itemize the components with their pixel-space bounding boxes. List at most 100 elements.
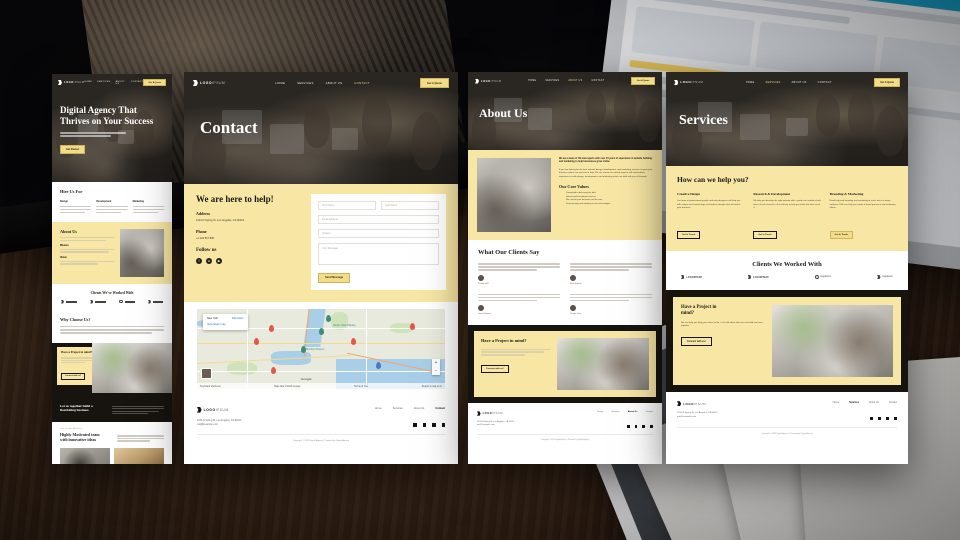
footer-links[interactable]: Home Services About Us Contact xyxy=(597,411,653,413)
nav-links[interactable]: HOME SERVICES ABOUT US CONTACT xyxy=(746,81,832,84)
nav-item-home[interactable]: HOME xyxy=(746,81,755,84)
contact-social-icons[interactable]: f w ▶ xyxy=(196,258,301,264)
mockup-panel-services[interactable]: LOGOIPSUM HOME SERVICES ABOUT US CONTACT… xyxy=(666,72,908,464)
youtube-icon[interactable]: ▶ xyxy=(216,258,222,264)
nav-item-contact[interactable]: CONTACT xyxy=(591,80,604,82)
get-quote-button[interactable]: Get A Quote xyxy=(143,79,166,86)
map-zoom-out-button[interactable]: − xyxy=(432,367,440,375)
mockup-panel-about[interactable]: LOGOIPSUM HOME SERVICES ABOUT US CONTACT… xyxy=(468,72,662,464)
footer-link-contact[interactable]: Contact xyxy=(645,411,653,413)
nav-item-services[interactable]: SERVICES xyxy=(297,81,314,85)
get-quote-button[interactable]: Get A Quote xyxy=(420,78,449,88)
service-card[interactable]: Research & Development We help you devel… xyxy=(753,192,821,240)
instagram-icon[interactable] xyxy=(650,424,653,428)
get-quote-button[interactable]: Get A Quote xyxy=(631,77,655,85)
instagram-icon[interactable] xyxy=(894,416,897,420)
first-name-input[interactable]: First Name xyxy=(318,201,377,210)
nav-item-about[interactable]: ABOUT US xyxy=(792,81,807,84)
twitter-icon[interactable] xyxy=(626,424,630,428)
nav-item-contact[interactable]: CONTACT xyxy=(131,81,144,85)
twitter-icon[interactable] xyxy=(413,423,417,427)
nav-item-services[interactable]: SERVICES xyxy=(766,81,781,84)
services-navbar[interactable]: LOGOIPSUM HOME SERVICES ABOUT US CONTACT… xyxy=(666,72,908,93)
footer-link-services[interactable]: Services xyxy=(393,407,403,410)
about-hero-title: About Us xyxy=(479,106,528,120)
services-project-cta[interactable]: Connect with us! xyxy=(681,337,712,347)
home-hero-cta[interactable]: Get Started xyxy=(60,144,85,154)
send-message-button[interactable]: Send Message xyxy=(318,272,351,283)
logo[interactable]: LOGOIPSUM xyxy=(674,79,703,86)
footer-link-contact[interactable]: Contact xyxy=(435,407,445,410)
contact-form[interactable]: First Name Last Name Email Address Subje… xyxy=(311,194,446,290)
footer-link-about[interactable]: About Us xyxy=(628,411,638,413)
nav-item-about[interactable]: ABOUT US xyxy=(326,81,343,85)
twitter-icon[interactable] xyxy=(870,416,873,420)
subject-input[interactable]: Subject xyxy=(318,229,439,238)
footer-link-about[interactable]: About Us xyxy=(869,401,879,404)
map-zoom-in-button[interactable]: + xyxy=(432,359,440,367)
nav-item-services[interactable]: SERVICES xyxy=(545,80,559,82)
nav-links[interactable]: HOME SERVICES ABOUT US CONTACT xyxy=(528,80,604,82)
footer-logo[interactable]: LOGOIPSUM xyxy=(197,407,229,413)
mockup-panel-home[interactable]: LOGOIPSUM HOME SERVICES ABOUT US CONTACT… xyxy=(52,74,172,464)
map-info-card[interactable]: New York Directions View larger map xyxy=(203,314,248,330)
home-hire-card[interactable]: Marketing xyxy=(132,200,164,213)
footer-link-home[interactable]: Home xyxy=(833,401,839,404)
map-zoom-control[interactable]: + − xyxy=(432,359,440,375)
facebook-icon[interactable] xyxy=(886,416,889,420)
last-name-input[interactable]: Last Name xyxy=(381,201,440,210)
mockup-panel-contact[interactable]: LOGOIPSUM HOME SERVICES ABOUT US CONTACT… xyxy=(184,72,458,464)
about-navbar[interactable]: LOGOIPSUM HOME SERVICES ABOUT US CONTACT… xyxy=(468,72,662,90)
logo[interactable]: LOGOIPSUM xyxy=(58,80,84,85)
message-textarea[interactable]: Your Message xyxy=(318,243,439,265)
nav-links[interactable]: HOME SERVICES ABOUT US CONTACT xyxy=(276,81,370,85)
footer-social-icons[interactable] xyxy=(626,424,653,428)
footer-links[interactable]: Home Services About Us Contact xyxy=(375,407,445,410)
nav-item-services[interactable]: SERVICES xyxy=(97,81,110,85)
footer-social-icons[interactable] xyxy=(870,416,897,420)
footer-link-about[interactable]: About Us xyxy=(414,407,425,410)
facebook-icon[interactable] xyxy=(642,424,646,428)
nav-links[interactable]: HOME SERVICES ABOUT US CONTACT xyxy=(84,81,143,85)
home-hire-card[interactable]: Development xyxy=(96,200,128,213)
service-card-cta[interactable]: Get In Touch xyxy=(677,231,701,239)
twitter-icon[interactable]: w xyxy=(206,258,212,264)
footer-link-services[interactable]: Services xyxy=(849,401,859,404)
contact-navbar[interactable]: LOGOIPSUM HOME SERVICES ABOUT US CONTACT… xyxy=(184,72,458,94)
home-project-cta[interactable]: Connect with us! xyxy=(61,372,86,380)
footer-social-icons[interactable] xyxy=(413,423,445,427)
service-card-cta[interactable]: Get In Touch xyxy=(753,231,777,239)
service-card[interactable]: Branding & Marketing Need help with bran… xyxy=(829,192,897,240)
google-map[interactable]: New York Directions View larger map Empir… xyxy=(197,309,445,389)
facebook-icon[interactable]: f xyxy=(196,258,202,264)
logo[interactable]: LOGOIPSUM xyxy=(475,78,501,84)
nav-item-home[interactable]: HOME xyxy=(528,80,536,82)
service-card[interactable]: Creative Design Our team of professional… xyxy=(677,192,744,240)
footer-link-services[interactable]: Services xyxy=(611,411,619,413)
footer-link-home[interactable]: Home xyxy=(375,407,382,410)
footer-link-contact[interactable]: Contact xyxy=(889,401,897,404)
youtube-icon[interactable] xyxy=(878,416,881,420)
nav-item-about[interactable]: ABOUT US xyxy=(116,81,126,85)
nav-item-about[interactable]: ABOUT US xyxy=(568,80,582,82)
nav-item-home[interactable]: HOME xyxy=(84,81,92,85)
facebook-icon[interactable] xyxy=(432,423,436,427)
service-card-cta[interactable]: Get In Touch xyxy=(829,231,853,239)
footer-logo[interactable]: LOGOIPSUM xyxy=(477,411,503,416)
logo[interactable]: LOGOIPSUM xyxy=(193,80,225,86)
footer-logo[interactable]: LOGOIPSUM xyxy=(677,401,706,407)
nav-item-contact[interactable]: CONTACT xyxy=(818,81,832,84)
get-quote-button[interactable]: Get A Quote xyxy=(874,78,900,87)
nav-item-home[interactable]: HOME xyxy=(276,81,286,85)
email-input[interactable]: Email Address xyxy=(318,215,439,224)
youtube-icon[interactable] xyxy=(422,423,427,427)
home-hire-card[interactable]: Design xyxy=(60,200,92,213)
footer-links[interactable]: Home Services About Us Contact xyxy=(833,401,897,404)
instagram-icon[interactable] xyxy=(441,423,445,427)
nav-item-contact[interactable]: CONTACT xyxy=(354,81,369,85)
map-streetview-thumbnail[interactable] xyxy=(201,368,212,379)
home-navbar[interactable]: LOGOIPSUM HOME SERVICES ABOUT US CONTACT… xyxy=(52,74,172,91)
youtube-icon[interactable] xyxy=(634,424,638,428)
about-project-cta[interactable]: Connect with us! xyxy=(481,364,509,373)
footer-link-home[interactable]: Home xyxy=(597,411,603,413)
